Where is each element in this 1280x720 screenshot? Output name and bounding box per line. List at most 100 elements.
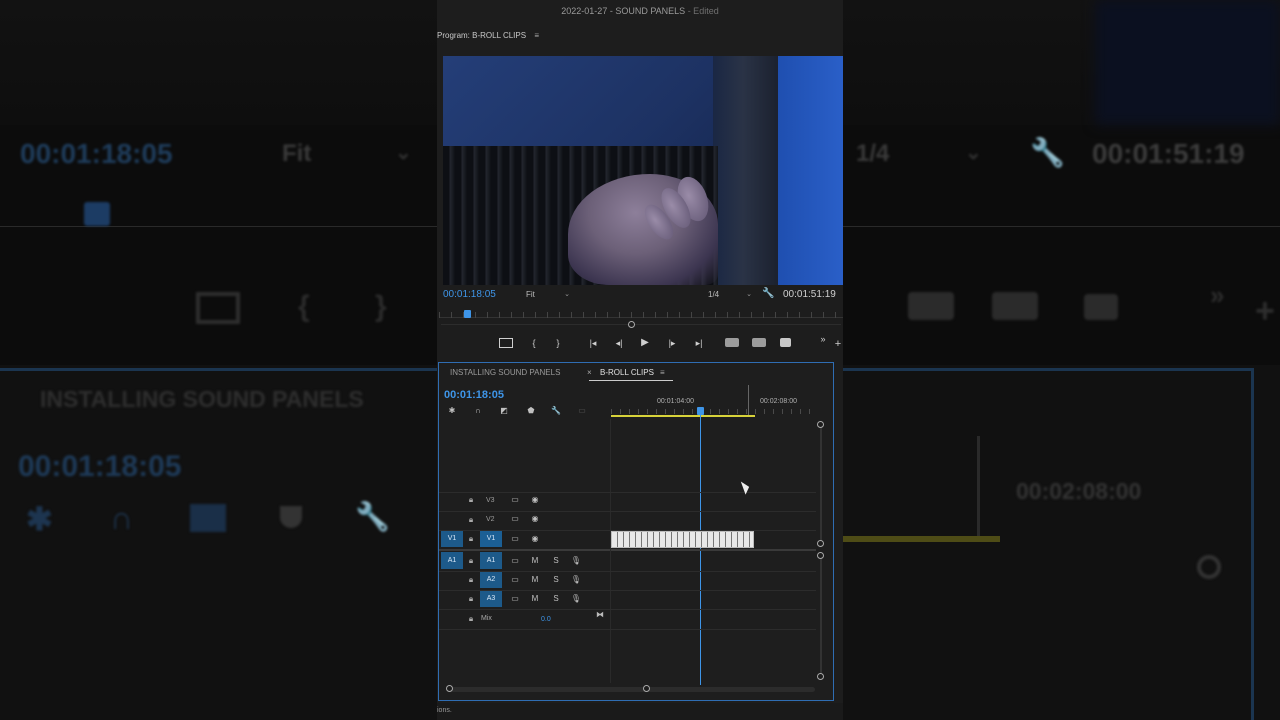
program-monitor-title: Program: B-ROLL CLIPS bbox=[437, 31, 527, 40]
tab-menu-icon[interactable]: ≡ bbox=[660, 367, 665, 379]
monitor-playhead-icon[interactable] bbox=[464, 310, 471, 318]
window-status: - Edited bbox=[687, 6, 719, 16]
video-panel-edge bbox=[713, 56, 788, 285]
panel-menu-icon[interactable]: ≡ bbox=[534, 31, 539, 40]
track-row-line bbox=[439, 629, 816, 630]
button-editor-plus-icon[interactable]: + bbox=[833, 338, 843, 350]
track-row-line bbox=[439, 590, 816, 591]
track-lock-icon-a1[interactable]: 🔒︎ bbox=[466, 555, 476, 567]
track-target-a1[interactable]: A1 bbox=[480, 552, 502, 569]
solo-track-a1[interactable]: S bbox=[550, 555, 562, 567]
video-track-separator bbox=[439, 549, 816, 551]
toggle-output-eye-icon-v3[interactable]: ◉ bbox=[529, 494, 541, 506]
tab-b-roll-clips[interactable]: B-ROLL CLIPS bbox=[600, 367, 654, 379]
go-to-out-icon[interactable]: ▸| bbox=[692, 337, 706, 349]
solo-track-a2[interactable]: S bbox=[550, 574, 562, 586]
track-lock-icon-mix[interactable]: 🔒︎ bbox=[466, 613, 476, 625]
more-controls-icon[interactable]: » bbox=[818, 333, 828, 345]
program-monitor-header: Program: B-ROLL CLIPS ≡ bbox=[437, 28, 539, 44]
timeline-settings-wrench-icon[interactable]: 🔧 bbox=[549, 405, 563, 417]
ruler-label-2: 00:02:08:00 bbox=[760, 398, 797, 405]
mark-out-icon[interactable]: } bbox=[554, 337, 562, 349]
bg-ratio-label: 1/4 bbox=[856, 140, 890, 167]
monitor-zoom-handle[interactable] bbox=[628, 321, 635, 328]
bg-timecode-left: 00:01:18:05 bbox=[20, 138, 173, 169]
work-area-bar[interactable] bbox=[611, 415, 755, 417]
safe-margins-icon[interactable] bbox=[499, 338, 513, 348]
bg-snap-icon: ✱ bbox=[26, 501, 53, 537]
sync-lock-icon-v3[interactable]: ▭ bbox=[509, 494, 521, 506]
timeline-playhead-icon[interactable] bbox=[697, 407, 704, 415]
linked-selection-icon[interactable]: ◩ bbox=[498, 405, 510, 417]
program-current-timecode[interactable]: 00:01:18:05 bbox=[443, 289, 496, 300]
resolution-dropdown[interactable]: 1/4 ⌄ bbox=[708, 289, 752, 301]
export-frame-camera-icon[interactable] bbox=[780, 338, 791, 347]
monitor-ruler-ticks bbox=[439, 312, 843, 318]
voice-over-mic-icon-a1[interactable]: 🎙︎ bbox=[570, 555, 582, 567]
track-lock-icon-a3[interactable]: 🔒︎ bbox=[466, 593, 476, 605]
audio-scroll-handle-top[interactable] bbox=[817, 552, 824, 559]
zoom-level-dropdown[interactable]: Fit ⌄ bbox=[526, 289, 570, 301]
track-lock-icon-v2[interactable]: 🔒︎ bbox=[466, 514, 476, 526]
toggle-output-eye-icon-v2[interactable]: ◉ bbox=[529, 513, 541, 525]
bg-wrench-icon-2: 🔧 bbox=[355, 501, 390, 532]
timeline-panel: INSTALLING SOUND PANELS × B-ROLL CLIPS ≡… bbox=[438, 362, 834, 701]
track-target-a3[interactable]: A3 bbox=[480, 590, 502, 607]
sync-lock-icon-a2[interactable]: ▭ bbox=[509, 574, 521, 586]
video-scroll-handle-bottom[interactable] bbox=[817, 540, 824, 547]
track-target-a2[interactable]: A2 bbox=[480, 571, 502, 588]
step-forward-icon[interactable]: |▸ bbox=[666, 337, 678, 349]
lift-icon[interactable] bbox=[725, 338, 739, 347]
chevron-down-icon: ⌄ bbox=[746, 291, 752, 298]
step-back-icon[interactable]: ◂| bbox=[613, 337, 625, 349]
video-scroll-handle-top[interactable] bbox=[817, 421, 824, 428]
solo-track-a3[interactable]: S bbox=[550, 593, 562, 605]
sync-lock-icon-v1[interactable]: ▭ bbox=[509, 533, 521, 545]
sync-lock-icon-a1[interactable]: ▭ bbox=[509, 555, 521, 567]
program-video-frame[interactable] bbox=[443, 56, 843, 285]
voice-over-mic-icon-a3[interactable]: 🎙︎ bbox=[570, 593, 582, 605]
mix-value[interactable]: 0.0 bbox=[541, 614, 551, 626]
timeline-current-timecode[interactable]: 00:01:18:05 bbox=[444, 389, 504, 401]
track-lock-icon-v3[interactable]: 🔒︎ bbox=[466, 494, 476, 506]
window-title: 2022-01-27 - SOUND PANELS bbox=[561, 6, 686, 16]
bg-ruler-label: 00:02:08:00 bbox=[1016, 478, 1142, 504]
track-lock-icon-v1[interactable]: 🔒︎ bbox=[466, 533, 476, 545]
sync-lock-icon-a3[interactable]: ▭ bbox=[509, 593, 521, 605]
h-scroll-handle-left[interactable] bbox=[446, 685, 453, 692]
chevron-down-icon: ⌄ bbox=[564, 291, 570, 298]
insert-nest-icon[interactable]: ✱ bbox=[446, 405, 458, 417]
audio-scroll-handle-bottom[interactable] bbox=[817, 673, 824, 680]
add-marker-icon[interactable]: ⬟ bbox=[525, 405, 537, 417]
mute-track-a1[interactable]: M bbox=[529, 555, 541, 567]
track-lock-icon-a2[interactable]: 🔒︎ bbox=[466, 574, 476, 586]
mute-track-a3[interactable]: M bbox=[529, 593, 541, 605]
track-row-line bbox=[439, 609, 816, 610]
go-to-edit-point-icon[interactable]: ⧓ bbox=[594, 609, 606, 621]
tab-installing-sound-panels[interactable]: INSTALLING SOUND PANELS bbox=[450, 367, 560, 379]
source-patch-v1[interactable]: V1 bbox=[441, 530, 463, 547]
captions-icon[interactable]: ▭ bbox=[575, 405, 589, 417]
settings-wrench-icon[interactable]: 🔧 bbox=[762, 288, 774, 299]
mute-track-a2[interactable]: M bbox=[529, 574, 541, 586]
source-patch-a1[interactable]: A1 bbox=[441, 552, 463, 569]
bg-wrench-icon: 🔧 bbox=[1030, 137, 1065, 168]
voice-over-mic-icon-a2[interactable]: 🎙︎ bbox=[570, 574, 582, 586]
window-titlebar: 2022-01-27 - SOUND PANELS - Edited bbox=[437, 0, 843, 22]
mark-in-icon[interactable]: { bbox=[530, 337, 538, 349]
video-clip[interactable] bbox=[611, 531, 754, 548]
bg-video-glow bbox=[1095, 0, 1280, 125]
track-target-v1[interactable]: V1 bbox=[480, 530, 502, 547]
timeline-horizontal-scrollbar[interactable] bbox=[450, 687, 815, 692]
video-vertical-scrollbar[interactable] bbox=[820, 425, 822, 543]
snap-magnet-icon[interactable]: ∩ bbox=[472, 405, 484, 417]
h-scroll-handle-right[interactable] bbox=[643, 685, 650, 692]
play-icon[interactable]: ▶ bbox=[639, 337, 651, 349]
go-to-in-icon[interactable]: |◂ bbox=[586, 337, 600, 349]
toggle-output-eye-icon-v1[interactable]: ◉ bbox=[529, 533, 541, 545]
extract-icon[interactable] bbox=[752, 338, 766, 347]
bg-fit-label: Fit bbox=[282, 140, 312, 167]
sync-lock-icon-v2[interactable]: ▭ bbox=[509, 513, 521, 525]
tab-close-icon[interactable]: × bbox=[587, 367, 592, 379]
audio-vertical-scrollbar[interactable] bbox=[820, 556, 822, 676]
